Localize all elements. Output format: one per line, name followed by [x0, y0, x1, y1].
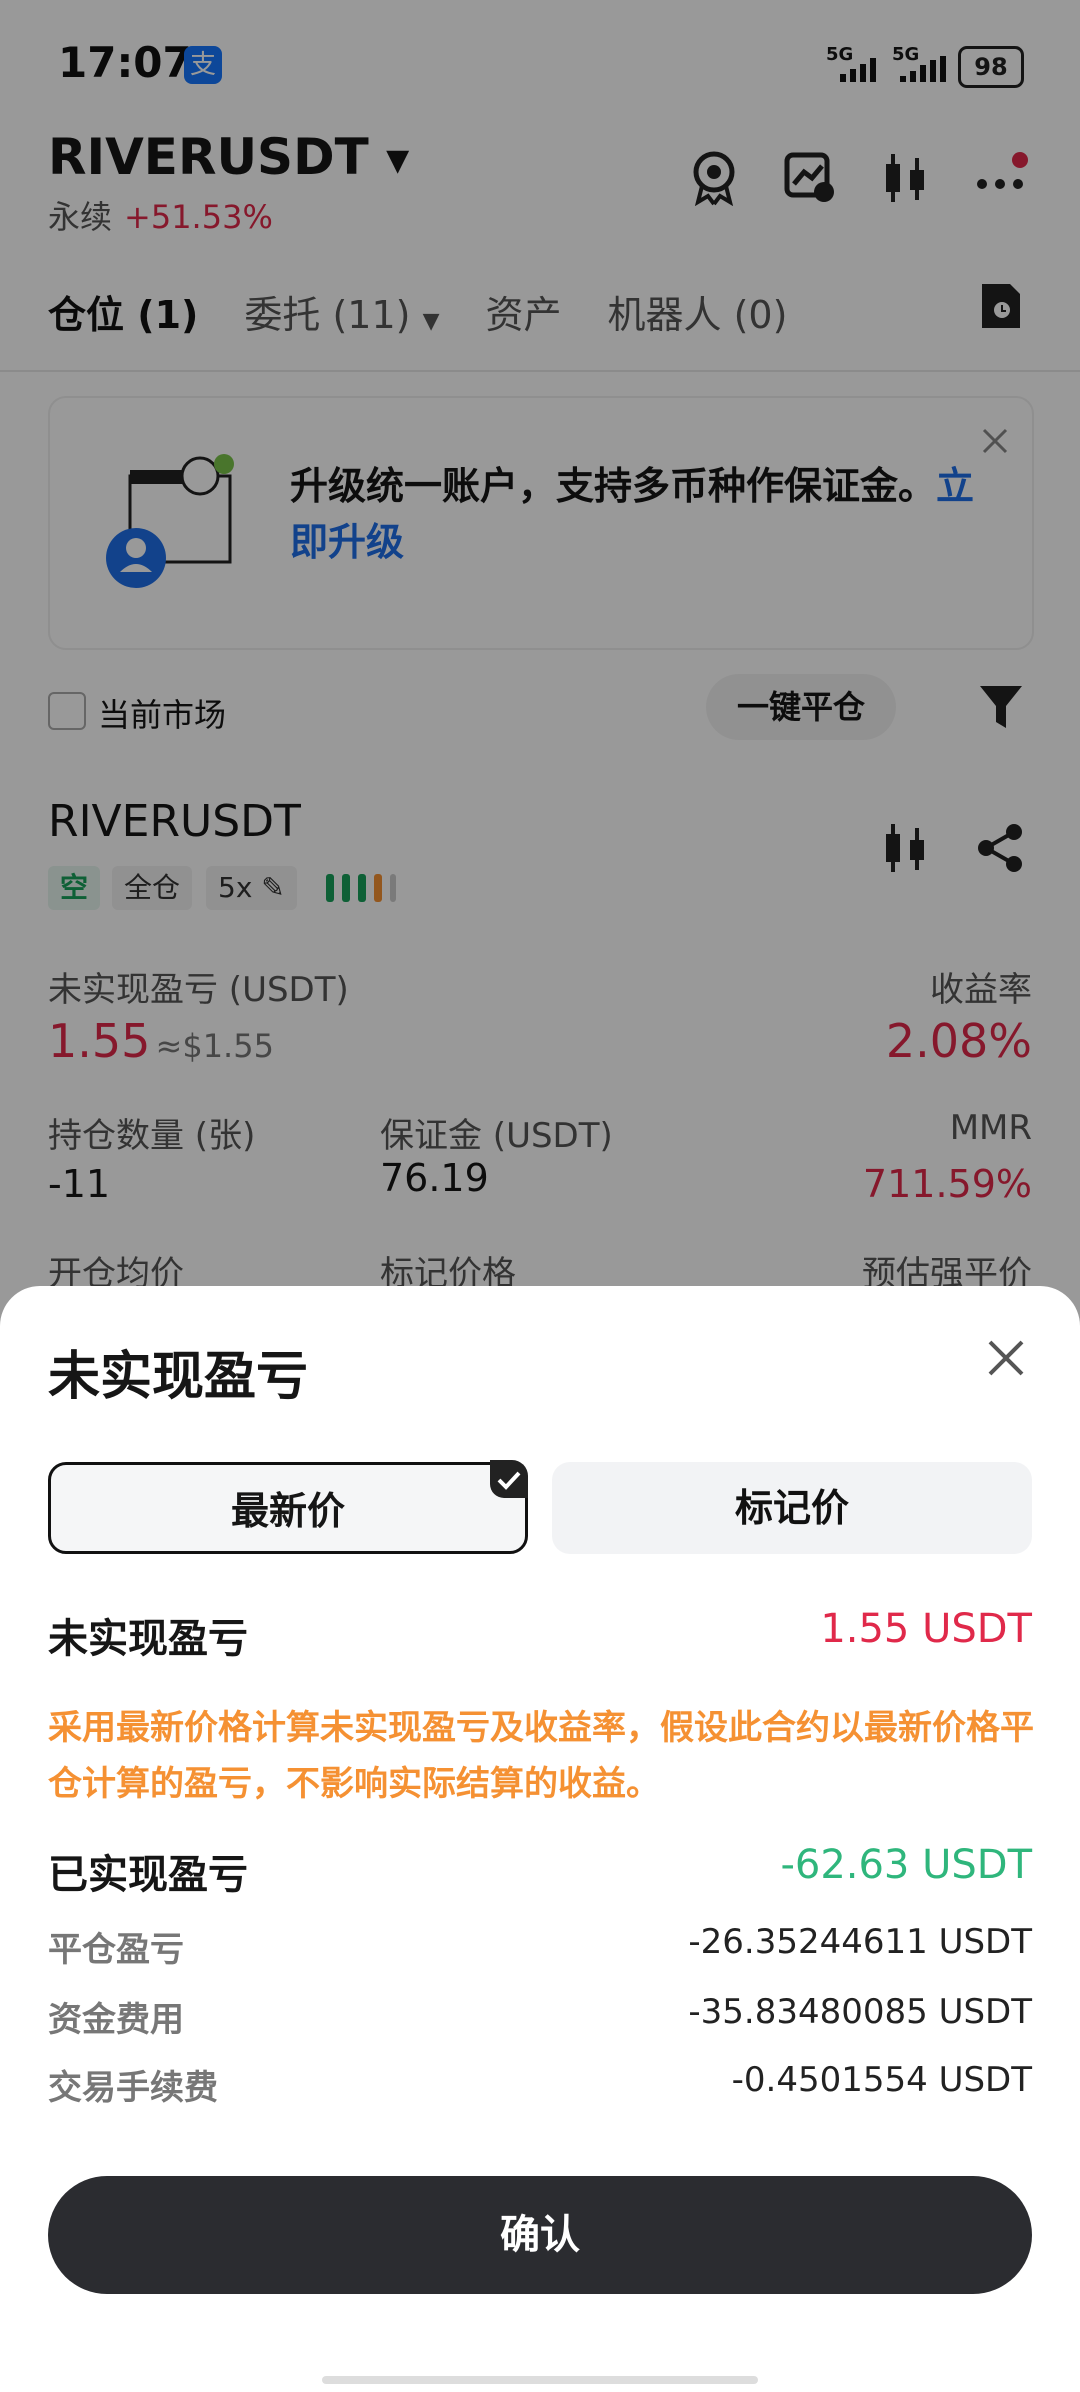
unrealized-pnl-sheet: 未实现盈亏 最新价 标记价 未实现盈亏 1.55 USDT 采用最新价格计算未实… [0, 1286, 1080, 2392]
funding-fee-label: 资金费用 [48, 2000, 184, 2040]
confirm-button[interactable]: 确认 [48, 2176, 1032, 2294]
realized-value: -62.63 USDT [780, 1842, 1032, 1888]
unrealized-title: 未实现盈亏 [48, 1616, 248, 1662]
trading-fee-label: 交易手续费 [48, 2068, 218, 2108]
trading-fee-value: -0.4501554 USDT [731, 2060, 1032, 2100]
close-icon[interactable] [986, 1338, 1026, 1378]
segment-latest-price[interactable]: 最新价 [48, 1462, 528, 1554]
segment-mark-price[interactable]: 标记价 [552, 1462, 1032, 1554]
close-pnl-label: 平仓盈亏 [48, 1930, 184, 1970]
home-indicator [322, 2376, 758, 2384]
check-icon [490, 1460, 528, 1498]
close-pnl-value: -26.35244611 USDT [688, 1922, 1032, 1962]
sheet-title: 未实现盈亏 [48, 1347, 309, 1407]
calculation-note: 采用最新价格计算未实现盈亏及收益率，假设此合约以最新价格平仓计算的盈亏，不影响实… [48, 1708, 1034, 1804]
funding-fee-value: -35.83480085 USDT [688, 1992, 1032, 2032]
unrealized-value: 1.55 USDT [820, 1606, 1032, 1652]
realized-title: 已实现盈亏 [48, 1852, 248, 1898]
